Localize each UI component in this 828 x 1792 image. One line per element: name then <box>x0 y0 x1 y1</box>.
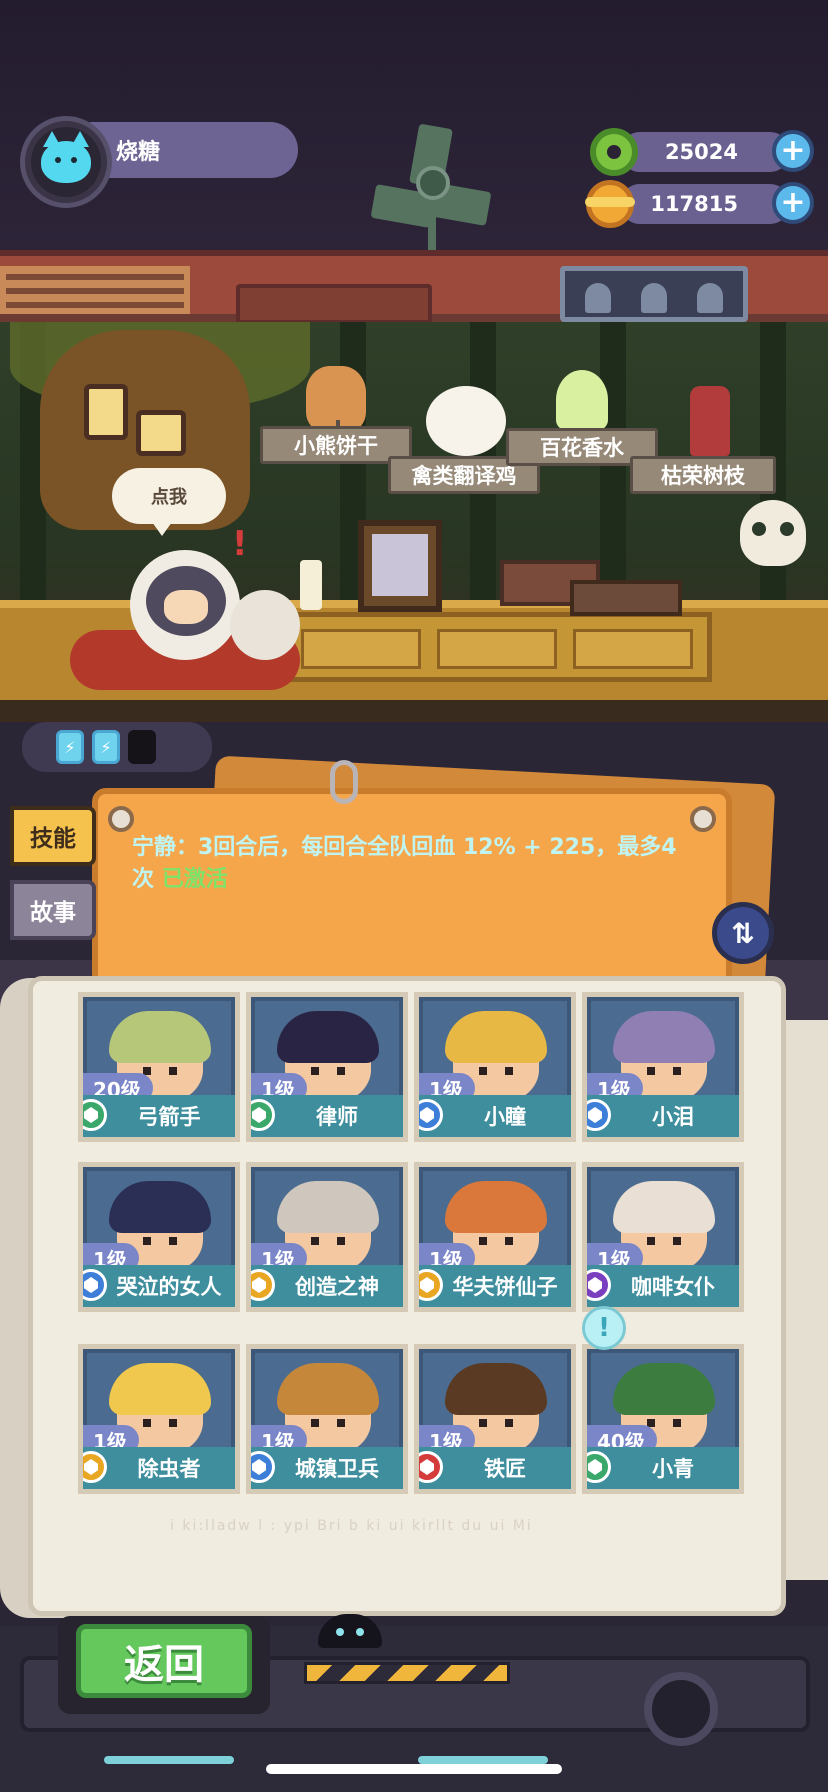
currency-bar-planet: 117815 <box>620 184 790 224</box>
skill-note: 宁静：3回合后，每回合全队回血 12% + 225，最多4次 已激活 <box>92 788 732 988</box>
back-button[interactable]: 返回 <box>76 1624 252 1698</box>
gear-icon <box>644 1672 718 1746</box>
blurred-footer-text: i ki:lladw l : ypi Bri b ki ui kirllt du… <box>170 1518 533 1534</box>
console-light <box>104 1756 234 1764</box>
character-card[interactable]: 1级 城镇卫兵 <box>246 1344 408 1494</box>
pin-icon <box>108 806 134 832</box>
character-card[interactable]: 1级 铁匠 <box>414 1344 576 1494</box>
ghost-icon <box>697 283 723 313</box>
character-card[interactable]: 1级 律师 <box>246 992 408 1142</box>
ghost-icon <box>641 283 667 313</box>
ghost-panel <box>560 266 748 322</box>
vent-panel <box>0 266 190 314</box>
character-card[interactable]: 40级 小青 <box>582 1344 744 1494</box>
lightning-icon: ⚡ <box>92 730 120 764</box>
pin-icon <box>690 806 716 832</box>
player-name: 烧糖 <box>116 140 161 165</box>
character-card[interactable]: 1级 创造之神 <box>246 1162 408 1312</box>
lantern-icon <box>136 410 186 456</box>
add-donut-button[interactable]: + <box>772 130 814 172</box>
console-light <box>418 1756 548 1764</box>
character-card[interactable]: 1级 咖啡女仆 <box>582 1162 744 1312</box>
currency-bar-donut: 25024 <box>620 132 790 172</box>
photo-frame <box>358 520 442 612</box>
item-label-branch[interactable]: 枯荣树枝 <box>630 456 776 494</box>
tab-story[interactable]: 故事 <box>10 880 96 940</box>
character-card[interactable]: 1级 小泪 <box>582 992 744 1142</box>
ghost-icon <box>585 283 611 313</box>
player-avatar[interactable] <box>20 116 112 208</box>
add-planet-button[interactable]: + <box>772 182 814 224</box>
character-card[interactable]: 1级 华夫饼仙子 <box>414 1162 576 1312</box>
flower-perfume-icon <box>556 370 608 430</box>
lantern-icon <box>84 384 128 440</box>
notification-badge[interactable]: ! <box>582 1306 626 1350</box>
exclamation-icon: ! <box>232 524 248 564</box>
tap-me-speech-bubble[interactable]: 点我 <box>112 468 226 536</box>
energy-empty-slot <box>128 730 156 764</box>
currency-planet-value: 117815 <box>650 192 738 216</box>
hero-character[interactable] <box>60 520 310 700</box>
hazard-stripe <box>304 1662 510 1684</box>
cat-face-icon <box>41 131 91 183</box>
character-card[interactable]: 1级 小瞳 <box>414 992 576 1142</box>
energy-bar: ⚡ ⚡ <box>22 722 212 772</box>
swap-arrows-icon: ⇅ <box>731 916 755 950</box>
book-page-edge <box>786 1020 828 1580</box>
machine-grille <box>236 284 432 324</box>
player-name-bar[interactable]: 烧糖 <box>90 122 298 178</box>
planet-coin-icon <box>585 180 635 228</box>
withered-branch-icon <box>690 386 730 456</box>
green-donut-coin-icon <box>590 128 638 176</box>
treasure-chest <box>570 580 682 616</box>
home-indicator[interactable] <box>266 1764 562 1774</box>
white-chick-icon <box>426 386 506 456</box>
character-card[interactable]: 1级 哭泣的女人 <box>78 1162 240 1312</box>
swap-button[interactable]: ⇅ <box>712 902 774 964</box>
tab-skill[interactable]: 技能 <box>10 806 96 866</box>
currency-donut-value: 25024 <box>664 140 738 164</box>
paper-clip-icon <box>330 760 358 804</box>
lightning-icon: ⚡ <box>56 730 84 764</box>
skull-decoration-icon <box>740 500 806 566</box>
character-card[interactable]: 1级 除虫者 <box>78 1344 240 1494</box>
character-grid: 20级 弓箭手 1级 律师 1级 小瞳 1级 小泪 1级 哭泣的女人 1级 创造之神 1级 华夫饼仙子 1级… <box>78 992 750 1494</box>
character-card[interactable]: 20级 弓箭手 <box>78 992 240 1142</box>
skill-description: 宁静：3回合后，每回合全队回血 12% + 225，最多4次 已激活 <box>132 835 677 892</box>
skill-status: 已激活 <box>161 867 228 892</box>
ceiling-fan-icon <box>370 123 492 256</box>
desk <box>282 612 712 682</box>
